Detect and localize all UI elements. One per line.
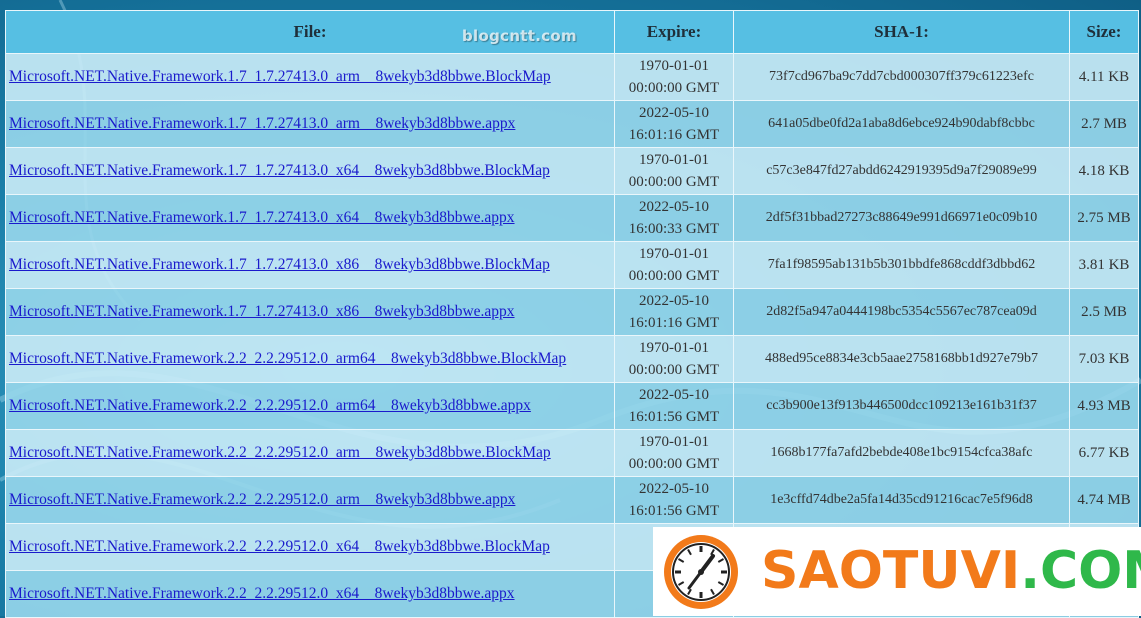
table-row: Microsoft.NET.Native.Framework.1.7_1.7.2… <box>5 53 1139 101</box>
expire-cell: 2022-05-10 16:01:16 GMT <box>614 100 734 148</box>
file-cell: Microsoft.NET.Native.Framework.2.2_2.2.2… <box>5 335 615 383</box>
expire-time: 16:01:56 GMT <box>628 409 720 425</box>
size-cell: 4.93 MB <box>1069 382 1139 430</box>
size-cell: 2.5 MB <box>1069 288 1139 336</box>
column-header-sha[interactable]: SHA-1: <box>733 10 1070 54</box>
column-header-size[interactable]: Size: <box>1069 10 1139 54</box>
size-cell: 3.81 KB <box>1069 241 1139 289</box>
file-download-link[interactable]: Microsoft.NET.Native.Framework.2.2_2.2.2… <box>9 538 550 555</box>
file-cell: Microsoft.NET.Native.Framework.2.2_2.2.2… <box>5 382 615 430</box>
logo-text-com: .COM <box>1020 541 1141 601</box>
table-row: Microsoft.NET.Native.Framework.1.7_1.7.2… <box>5 241 1139 289</box>
file-download-link[interactable]: Microsoft.NET.Native.Framework.2.2_2.2.2… <box>9 491 515 508</box>
expire-date: 1970-01-01 <box>639 58 709 74</box>
file-download-link[interactable]: Microsoft.NET.Native.Framework.2.2_2.2.2… <box>9 350 566 367</box>
blog-watermark: blogcntt.com <box>462 27 577 45</box>
expire-time: 00:00:00 GMT <box>628 174 720 190</box>
expire-date: 1970-01-01 <box>639 340 709 356</box>
logo-text: SAOTUVI.COM <box>761 541 1141 601</box>
sha1-cell: 7fa1f98595ab131b5b301bbdfe868cddf3dbbd62 <box>733 241 1070 289</box>
expire-date: 1970-01-01 <box>639 152 709 168</box>
sha1-cell: 488ed95ce8834e3cb5aae2758168bb1d927e79b7 <box>733 335 1070 383</box>
expire-cell: 1970-01-01 00:00:00 GMT <box>614 53 734 101</box>
expire-time: 16:01:16 GMT <box>628 315 720 331</box>
file-cell: Microsoft.NET.Native.Framework.2.2_2.2.2… <box>5 476 615 524</box>
file-download-link[interactable]: Microsoft.NET.Native.Framework.1.7_1.7.2… <box>9 68 551 85</box>
file-download-link[interactable]: Microsoft.NET.Native.Framework.1.7_1.7.2… <box>9 256 550 273</box>
size-cell: 2.7 MB <box>1069 100 1139 148</box>
size-cell: 4.18 KB <box>1069 147 1139 195</box>
file-download-link[interactable]: Microsoft.NET.Native.Framework.1.7_1.7.2… <box>9 162 550 179</box>
expire-date: 2022-05-10 <box>639 387 709 403</box>
size-cell: 4.11 KB <box>1069 53 1139 101</box>
table-row: Microsoft.NET.Native.Framework.1.7_1.7.2… <box>5 288 1139 336</box>
size-cell: 4.74 MB <box>1069 476 1139 524</box>
expire-time: 00:00:00 GMT <box>628 268 720 284</box>
clock-icon <box>664 535 738 609</box>
file-download-link[interactable]: Microsoft.NET.Native.Framework.1.7_1.7.2… <box>9 115 515 132</box>
sha1-cell: 73f7cd967ba9c7dd7cbd000307ff379c61223efc <box>733 53 1070 101</box>
expire-cell: 1970-01-01 00:00:00 GMT <box>614 429 734 477</box>
table-row: Microsoft.NET.Native.Framework.1.7_1.7.2… <box>5 100 1139 148</box>
expire-time: 00:00:00 GMT <box>628 362 720 378</box>
file-cell: Microsoft.NET.Native.Framework.2.2_2.2.2… <box>5 570 615 618</box>
file-cell: Microsoft.NET.Native.Framework.1.7_1.7.2… <box>5 288 615 336</box>
expire-cell: 1970-01-01 00:00:00 GMT <box>614 147 734 195</box>
sha1-cell: 1668b177fa7afd2bebde408e1bc9154cfca38afc <box>733 429 1070 477</box>
expire-date: 1970-01-01 <box>639 434 709 450</box>
sha1-cell: cc3b900e13f913b446500dcc109213e161b31f37 <box>733 382 1070 430</box>
expire-cell: 2022-05-10 16:01:16 GMT <box>614 288 734 336</box>
table-row: Microsoft.NET.Native.Framework.2.2_2.2.2… <box>5 382 1139 430</box>
expire-date: 2022-05-10 <box>639 199 709 215</box>
sha1-cell: 2d82f5a947a0444198bc5354c5567ec787cea09d <box>733 288 1070 336</box>
expire-date: 2022-05-10 <box>639 481 709 497</box>
file-download-link[interactable]: Microsoft.NET.Native.Framework.2.2_2.2.2… <box>9 585 515 602</box>
file-cell: Microsoft.NET.Native.Framework.1.7_1.7.2… <box>5 241 615 289</box>
column-header-expire[interactable]: Expire: <box>614 10 734 54</box>
expire-time: 00:00:00 GMT <box>628 456 720 472</box>
logo-text-saotuvi: SAOTUVI <box>761 541 1021 601</box>
sha1-cell: 641a05dbe0fd2a1aba8d6ebce924b90dabf8cbbc <box>733 100 1070 148</box>
file-cell: Microsoft.NET.Native.Framework.1.7_1.7.2… <box>5 194 615 242</box>
saotuvi-logo: SAOTUVI.COM <box>653 527 1141 616</box>
table-row: Microsoft.NET.Native.Framework.2.2_2.2.2… <box>5 476 1139 524</box>
file-cell: Microsoft.NET.Native.Framework.1.7_1.7.2… <box>5 53 615 101</box>
expire-time: 16:01:16 GMT <box>628 127 720 143</box>
expire-date: 2022-05-10 <box>639 105 709 121</box>
file-download-link[interactable]: Microsoft.NET.Native.Framework.2.2_2.2.2… <box>9 444 551 461</box>
expire-time: 16:00:33 GMT <box>628 221 720 237</box>
size-cell: 6.77 KB <box>1069 429 1139 477</box>
sha1-cell: 2df5f31bbad27273c88649e991d66971e0c09b10 <box>733 194 1070 242</box>
expire-cell: 1970-01-01 00:00:00 GMT <box>614 335 734 383</box>
table-row: Microsoft.NET.Native.Framework.2.2_2.2.2… <box>5 429 1139 477</box>
expire-cell: 1970-01-01 00:00:00 GMT <box>614 241 734 289</box>
expire-time: 16:01:56 GMT <box>628 503 720 519</box>
file-cell: Microsoft.NET.Native.Framework.2.2_2.2.2… <box>5 429 615 477</box>
file-cell: Microsoft.NET.Native.Framework.2.2_2.2.2… <box>5 523 615 571</box>
table-row: Microsoft.NET.Native.Framework.2.2_2.2.2… <box>5 335 1139 383</box>
table-row: Microsoft.NET.Native.Framework.1.7_1.7.2… <box>5 147 1139 195</box>
sha1-cell: c57c3e847fd27abdd6242919395d9a7f29089e99 <box>733 147 1070 195</box>
expire-cell: 2022-05-10 16:00:33 GMT <box>614 194 734 242</box>
file-cell: Microsoft.NET.Native.Framework.1.7_1.7.2… <box>5 100 615 148</box>
file-cell: Microsoft.NET.Native.Framework.1.7_1.7.2… <box>5 147 615 195</box>
file-download-link[interactable]: Microsoft.NET.Native.Framework.1.7_1.7.2… <box>9 303 515 320</box>
expire-cell: 2022-05-10 16:01:56 GMT <box>614 382 734 430</box>
expire-date: 2022-05-10 <box>639 293 709 309</box>
expire-cell: 2022-05-10 16:01:56 GMT <box>614 476 734 524</box>
sha1-cell: 1e3cffd74dbe2a5fa14d35cd91216cac7e5f96d8 <box>733 476 1070 524</box>
size-cell: 7.03 KB <box>1069 335 1139 383</box>
size-cell: 2.75 MB <box>1069 194 1139 242</box>
expire-time: 00:00:00 GMT <box>628 80 720 96</box>
expire-date: 1970-01-01 <box>639 246 709 262</box>
table-row: Microsoft.NET.Native.Framework.1.7_1.7.2… <box>5 194 1139 242</box>
file-download-link[interactable]: Microsoft.NET.Native.Framework.1.7_1.7.2… <box>9 209 515 226</box>
file-download-link[interactable]: Microsoft.NET.Native.Framework.2.2_2.2.2… <box>9 397 531 414</box>
